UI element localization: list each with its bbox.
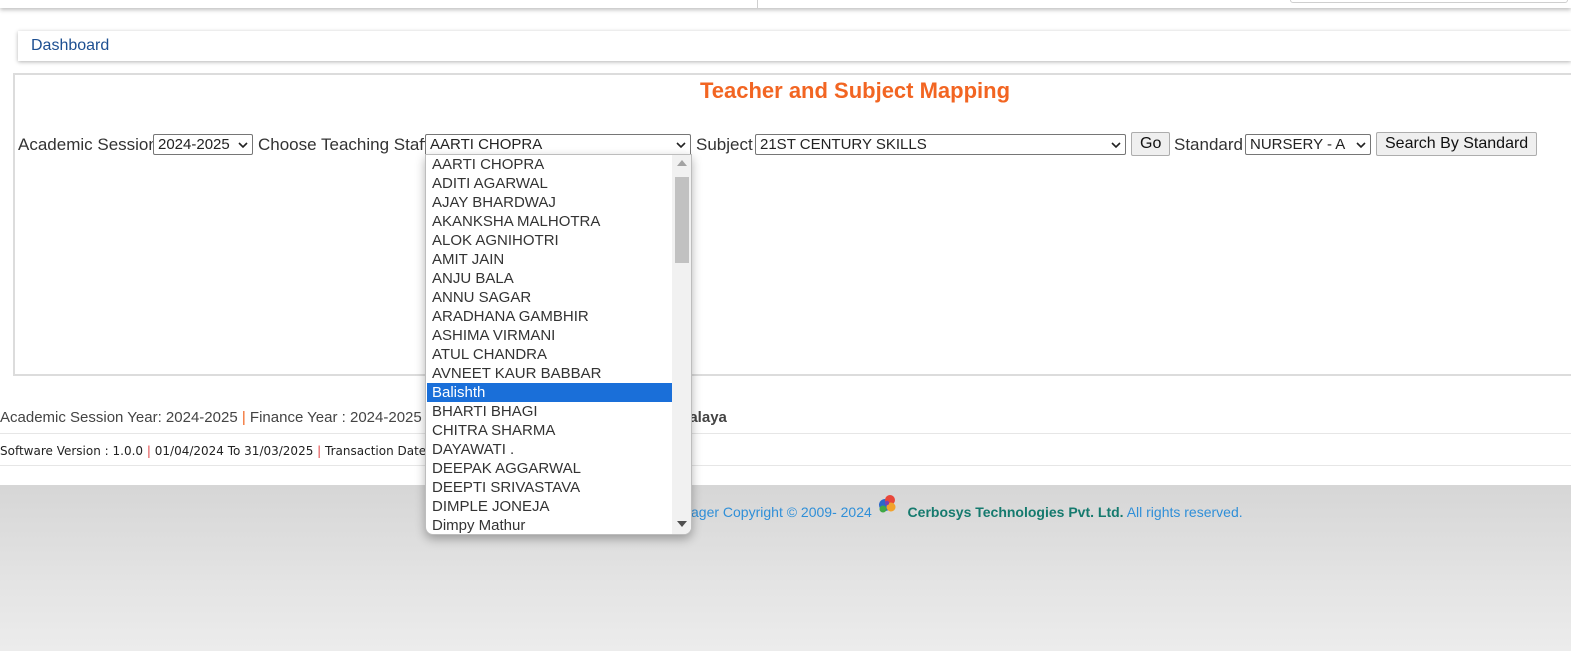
page-title: Teacher and Subject Mapping xyxy=(699,78,1011,103)
teaching-staff-value: AARTI CHOPRA xyxy=(430,136,543,153)
teaching-staff-dropdown-list[interactable]: AARTI CHOPRA ADITI AGARWAL AJAY BHARDWAJ AK… xyxy=(425,154,692,535)
breadcrumb-dashboard-link[interactable]: Dashboard xyxy=(31,37,109,55)
rights-text: All rights reserved. xyxy=(1126,504,1243,520)
subject-value: 21ST CENTURY SKILLS xyxy=(760,136,927,153)
breadcrumb: Dashboard xyxy=(18,31,1571,61)
dropdown-option[interactable]: AJAY BHARDWAJ xyxy=(427,193,672,212)
date-range: 01/04/2024 To 31/03/2025 xyxy=(154,444,314,458)
separator: | xyxy=(241,409,246,426)
company-logo-icon xyxy=(879,495,896,513)
copyright-text: ager Copyright © 2009- 2024 xyxy=(691,504,872,520)
teaching-staff-select[interactable]: AARTI CHOPRA xyxy=(425,134,691,155)
dropdown-option[interactable]: ALOK AGNIHOTRI xyxy=(427,231,672,250)
academic-session-value: 2024-2025 xyxy=(158,136,230,153)
subject-label: Subject xyxy=(696,135,753,154)
search-by-standard-button[interactable]: Search By Standard xyxy=(1376,132,1538,156)
chevron-down-icon xyxy=(238,142,248,149)
main-menu[interactable] xyxy=(0,0,758,8)
global-search-input[interactable] xyxy=(1290,0,1568,3)
dropdown-scrollbar[interactable] xyxy=(672,155,691,534)
go-button[interactable]: Go xyxy=(1131,132,1171,156)
academic-session-label: Academic Session xyxy=(18,135,158,154)
dropdown-option[interactable]: ATUL CHANDRA xyxy=(427,345,672,364)
dropdown-option[interactable]: AMIT JAIN xyxy=(427,250,672,269)
dropdown-option[interactable]: DIMPLE JONEJA xyxy=(427,497,672,516)
chevron-down-icon xyxy=(1356,142,1366,149)
standard-label: Standard xyxy=(1174,135,1243,154)
dropdown-option[interactable]: AVNEET KAUR BABBAR xyxy=(427,364,672,383)
divider xyxy=(0,433,1571,434)
dropdown-option[interactable]: AKANKSHA MALHOTRA xyxy=(427,212,672,231)
divider xyxy=(0,465,1571,466)
academic-session-select[interactable]: 2024-2025 xyxy=(153,134,253,155)
copyright: ager Copyright © 2009- 2024 Cerbosys Tec… xyxy=(691,504,1243,520)
finance-year: Finance Year : 2024-2025 xyxy=(249,409,422,426)
standard-value: NURSERY - A xyxy=(1250,136,1346,153)
dropdown-option[interactable]: ANNU SAGAR xyxy=(427,288,672,307)
dropdown-option[interactable]: BHARTI BHAGI xyxy=(427,402,672,421)
separator: | xyxy=(146,444,151,458)
version-info-line: Software Version : 1.0.0 | 01/04/2024 To… xyxy=(0,444,457,458)
software-version: Software Version : 1.0.0 xyxy=(0,444,144,458)
scroll-down-arrow-icon[interactable] xyxy=(677,521,687,527)
dropdown-option[interactable]: DAYAWATI . xyxy=(427,440,672,459)
dropdown-option[interactable]: DEEPAK AGGARWAL xyxy=(427,459,672,478)
company-link[interactable]: Cerbosys Technologies Pvt. Ltd. xyxy=(908,504,1124,520)
dropdown-option[interactable]: AARTI CHOPRA xyxy=(427,155,672,174)
scroll-up-arrow-icon[interactable] xyxy=(677,160,687,166)
dropdown-option[interactable]: CHITRA SHARMA xyxy=(427,421,672,440)
dropdown-option[interactable]: Dimpy Mathur xyxy=(427,516,672,534)
dropdown-option[interactable]: ASHIMA VIRMANI xyxy=(427,326,672,345)
session-info-line: Academic Session Year: 2024-2025 | Finan… xyxy=(0,409,422,426)
teaching-staff-label: Choose Teaching Staff xyxy=(258,135,429,154)
scrollbar-thumb[interactable] xyxy=(675,177,689,263)
mapping-panel xyxy=(13,73,1571,376)
dropdown-option[interactable]: Balishth xyxy=(427,383,672,402)
standard-select[interactable]: NURSERY - A xyxy=(1245,134,1371,155)
top-navigation-bar xyxy=(0,0,1571,8)
dropdown-option[interactable]: DEEPTI SRIVASTAVA xyxy=(427,478,672,497)
dropdown-option[interactable]: ARADHANA GAMBHIR xyxy=(427,307,672,326)
subject-select[interactable]: 21ST CENTURY SKILLS xyxy=(755,134,1126,155)
academic-session-year: Academic Session Year: 2024-2025 xyxy=(0,409,238,426)
dropdown-option[interactable]: ADITI AGARWAL xyxy=(427,174,672,193)
dropdown-option[interactable]: ANJU BALA xyxy=(427,269,672,288)
dropdown-options: AARTI CHOPRA ADITI AGARWAL AJAY BHARDWAJ AK… xyxy=(427,155,672,534)
chevron-down-icon xyxy=(1111,142,1121,149)
chevron-down-icon xyxy=(676,142,686,149)
separator: | xyxy=(317,444,322,458)
